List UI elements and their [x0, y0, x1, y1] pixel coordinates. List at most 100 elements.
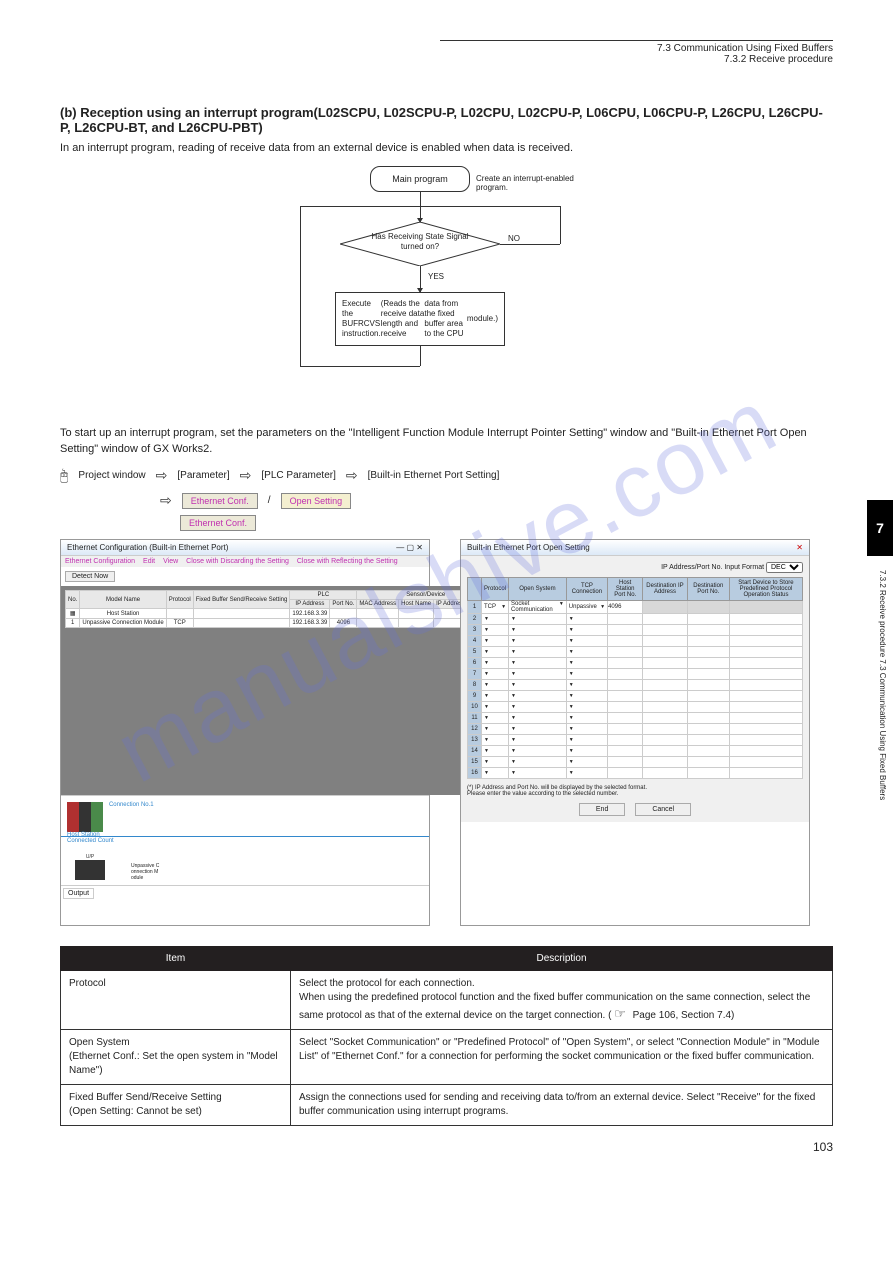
menu-item[interactable]: Close with Reflecting the Setting — [297, 558, 398, 565]
dropdown[interactable] — [567, 759, 607, 765]
dropdown[interactable] — [567, 649, 607, 655]
dropdown[interactable] — [509, 737, 566, 743]
dropdown[interactable] — [509, 660, 566, 666]
dropdown[interactable] — [482, 682, 508, 688]
dropdown[interactable] — [567, 715, 607, 721]
menu-item[interactable]: Ethernet Configuration — [65, 558, 135, 565]
cancel-button[interactable]: Cancel — [635, 803, 691, 816]
table-row[interactable]: 10 — [468, 702, 803, 713]
table-row[interactable]: 9 — [468, 691, 803, 702]
dropdown[interactable] — [482, 770, 508, 776]
menu-item[interactable]: View — [163, 558, 178, 565]
table-row[interactable]: 13 — [468, 735, 803, 746]
connection-diagram: Connection No.1 Host Station Connected C… — [61, 795, 429, 885]
cell-host: Host Station — [80, 609, 166, 619]
window-menubar[interactable]: Ethernet Configuration Edit View Close w… — [61, 556, 429, 567]
config-table[interactable]: No. Model Name Protocol Fixed Buffer Sen… — [65, 590, 495, 628]
dropdown[interactable] — [482, 726, 508, 732]
dropdown[interactable] — [509, 682, 566, 688]
dropdown[interactable] — [509, 704, 566, 710]
dropdown[interactable] — [567, 616, 607, 622]
dropdown[interactable] — [482, 704, 508, 710]
open-setting-button[interactable]: Open Setting — [281, 493, 352, 509]
table-row[interactable]: 8 — [468, 680, 803, 691]
dropdown[interactable] — [482, 748, 508, 754]
dropdown[interactable] — [482, 649, 508, 655]
dropdown[interactable] — [482, 616, 508, 622]
dropdown[interactable] — [509, 770, 566, 776]
cell-desc: Select "Socket Communication" or "Predef… — [291, 1030, 833, 1085]
dropdown[interactable] — [567, 638, 607, 644]
ethernet-conf-button-repeat[interactable]: Ethernet Conf. — [180, 515, 256, 531]
dropdown[interactable]: Socket Communication — [509, 601, 566, 613]
dropdown[interactable] — [509, 671, 566, 677]
format-select[interactable]: DEC — [766, 562, 803, 573]
dropdown[interactable] — [482, 660, 508, 666]
section-b-paragraph: In an interrupt program, reading of rece… — [60, 141, 833, 156]
dropdown[interactable] — [482, 715, 508, 721]
dropdown[interactable] — [509, 649, 566, 655]
flow-line — [420, 192, 421, 222]
dropdown[interactable] — [567, 671, 607, 677]
ethernet-conf-button[interactable]: Ethernet Conf. — [182, 493, 258, 509]
table-row[interactable]: 2 — [468, 614, 803, 625]
dropdown[interactable] — [567, 748, 607, 754]
dropdown[interactable] — [509, 627, 566, 633]
config-table-area: No. Model Name Protocol Fixed Buffer Sen… — [61, 586, 499, 795]
dropdown[interactable]: Unpassive — [567, 604, 607, 610]
dropdown[interactable] — [482, 759, 508, 765]
col-ip: IP Address — [290, 600, 330, 609]
window-controls[interactable]: — ▢ ✕ — [396, 543, 423, 552]
dropdown[interactable] — [482, 693, 508, 699]
table-row[interactable]: 1 Unpassive Connection Module TCP 192.16… — [66, 619, 495, 628]
end-button[interactable]: End — [579, 803, 625, 816]
close-icon[interactable]: ✕ — [796, 543, 803, 552]
dropdown[interactable] — [567, 737, 607, 743]
arrow-icon: ⇨ — [160, 492, 172, 509]
output-tab[interactable]: Output — [63, 888, 94, 899]
table-row[interactable]: 14 — [468, 746, 803, 757]
dropdown[interactable] — [567, 704, 607, 710]
table-row[interactable]: 15 — [468, 757, 803, 768]
dropdown[interactable] — [567, 627, 607, 633]
dropdown[interactable] — [567, 693, 607, 699]
dropdown[interactable] — [567, 726, 607, 732]
table-row[interactable]: 11 — [468, 713, 803, 724]
dropdown[interactable] — [509, 693, 566, 699]
menu-item[interactable]: Close with Discarding the Setting — [186, 558, 289, 565]
table-row[interactable]: 12 — [468, 724, 803, 735]
detect-now-button[interactable]: Detect Now — [65, 571, 115, 582]
cell-model: Unpassive Connection Module — [80, 619, 166, 628]
table-row[interactable]: 16 — [468, 768, 803, 779]
table-row[interactable]: 4 — [468, 636, 803, 647]
dropdown[interactable] — [509, 726, 566, 732]
dropdown[interactable] — [509, 759, 566, 765]
open-table[interactable]: Protocol Open System TCP Connection Host… — [467, 577, 803, 779]
note-line: Please enter the value according to the … — [467, 791, 803, 797]
dropdown[interactable] — [482, 671, 508, 677]
dropdown[interactable] — [482, 638, 508, 644]
table-row[interactable]: 6 — [468, 658, 803, 669]
nav-path-line1: 🖰 Project window ⇨ [Parameter] ⇨ [PLC Pa… — [60, 467, 833, 484]
dropdown[interactable] — [482, 627, 508, 633]
header-main: 7.3 Communication Using Fixed Buffers — [60, 43, 833, 54]
dropdown[interactable] — [509, 616, 566, 622]
dropdown[interactable] — [509, 715, 566, 721]
open-setting-window: Built-in Ethernet Port Open Setting ✕ IP… — [460, 539, 810, 926]
dropdown[interactable] — [567, 682, 607, 688]
table-row: Open System (Ethernet Conf.: Set the ope… — [61, 1030, 833, 1085]
table-row[interactable]: 7 — [468, 669, 803, 680]
dropdown[interactable]: TCP — [482, 604, 508, 610]
header-rule — [440, 40, 833, 41]
menu-item[interactable]: Edit — [143, 558, 155, 565]
dropdown[interactable] — [509, 638, 566, 644]
table-row[interactable]: 1 TCP Socket Communication Unpassive 409… — [468, 601, 803, 614]
table-row[interactable]: 5 — [468, 647, 803, 658]
dropdown[interactable] — [567, 660, 607, 666]
table-row[interactable]: 3 — [468, 625, 803, 636]
dropdown[interactable] — [482, 737, 508, 743]
th-desc: Description — [291, 947, 833, 971]
dropdown[interactable] — [567, 770, 607, 776]
cell-port[interactable]: 4096 — [608, 601, 643, 614]
dropdown[interactable] — [509, 748, 566, 754]
